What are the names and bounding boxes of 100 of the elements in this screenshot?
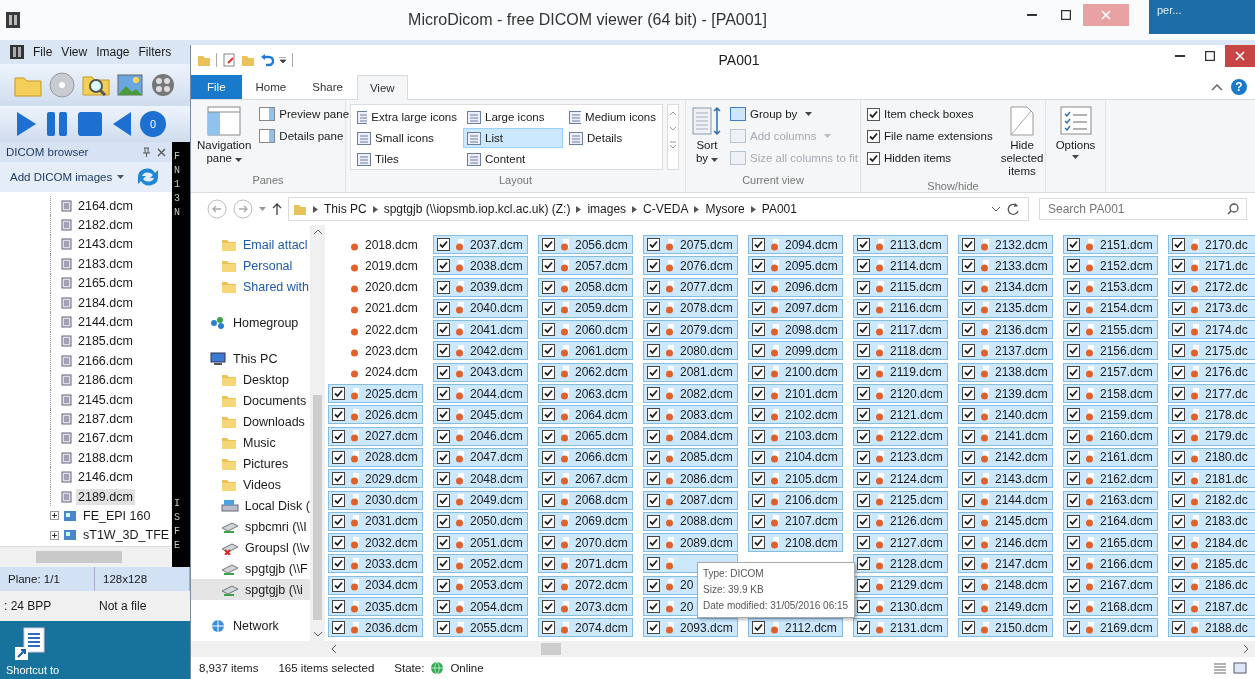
file-item[interactable]: 2047.dcm [433, 447, 528, 467]
file-item[interactable]: 2065.dcm [538, 426, 633, 446]
file-item[interactable]: 2117.dcm [853, 320, 948, 340]
nav-item[interactable]: Email attacl [191, 234, 310, 255]
file-item[interactable]: 2163.dcm [1063, 490, 1158, 510]
file-item[interactable]: 2149.dcm [958, 597, 1053, 617]
file-item[interactable]: 2098.dcm [748, 320, 843, 340]
file-item[interactable]: 2099.dcm [748, 341, 843, 361]
file-item[interactable]: 2107.dcm [748, 511, 843, 531]
file-item[interactable]: 2084.dcm [643, 426, 738, 446]
file-item[interactable]: 2064.dcm [538, 405, 633, 425]
file-item[interactable]: 2145.dcm [958, 511, 1053, 531]
ribbon-tab[interactable]: File [191, 75, 242, 99]
tree-item[interactable]: 2189.dcm [76, 488, 135, 505]
file-item[interactable]: 2118.dcm [853, 341, 948, 361]
file-item[interactable]: 2155.dcm [1063, 320, 1158, 340]
file-item[interactable]: 2175.dc [1168, 341, 1255, 361]
breadcrumb-item[interactable]: PA001 [761, 202, 797, 216]
nav-item[interactable]: Shared with [191, 276, 310, 297]
file-item[interactable]: 2025.dcm [328, 384, 423, 404]
file-item[interactable]: 2178.dc [1168, 405, 1255, 425]
nav-item[interactable]: This PC [191, 348, 310, 369]
help-button[interactable]: ? [1231, 79, 1247, 95]
file-item[interactable]: 2085.dcm [643, 447, 738, 467]
layout-option[interactable]: Large icons [463, 107, 563, 127]
file-item[interactable]: 2140.dcm [958, 405, 1053, 425]
file-item[interactable]: 2144.dcm [958, 490, 1053, 510]
file-item[interactable]: 2077.dcm [643, 277, 738, 297]
file-item[interactable]: 2051.dcm [433, 533, 528, 553]
file-item[interactable]: 2161.dcm [1063, 447, 1158, 467]
file-item[interactable]: 2052.dcm [433, 554, 528, 574]
file-item[interactable]: 2019.dcm [328, 256, 423, 276]
file-item[interactable]: 2024.dcm [328, 362, 423, 382]
file-item[interactable]: 2066.dcm [538, 447, 633, 467]
file-item[interactable]: 2154.dcm [1063, 298, 1158, 318]
file-item[interactable]: 2046.dcm [433, 426, 528, 446]
nav-item[interactable]: Videos [191, 474, 310, 495]
tree-item[interactable]: 2146.dcm [76, 469, 135, 486]
search-field[interactable]: Search PA001 [1039, 198, 1247, 220]
file-item[interactable]: 2166.dcm [1063, 554, 1158, 574]
tree-item[interactable]: 2182.dcm [76, 217, 135, 234]
breadcrumb-item[interactable]: C-VEDA [643, 202, 689, 216]
file-item[interactable]: 2021.dcm [328, 298, 423, 318]
nav-item[interactable]: Desktop [191, 369, 310, 390]
file-item[interactable]: 2138.dcm [958, 362, 1053, 382]
tree-item[interactable]: 2165.dcm [76, 275, 135, 292]
file-item[interactable]: 2157.dcm [1063, 362, 1158, 382]
file-item[interactable]: 2029.dcm [328, 469, 423, 489]
tree-item[interactable]: 2166.dcm [76, 352, 135, 369]
file-item[interactable]: 2076.dcm [643, 256, 738, 276]
file-item[interactable]: 2037.dcm [433, 235, 528, 254]
file-item[interactable]: 2103.dcm [748, 426, 843, 446]
address-bar[interactable]: This PC spgtgjb (\\iopsmb.iop.kcl.ac.uk) (Z:) images C-VEDA Mysore PA001 [288, 197, 1029, 221]
navigation-pane-button[interactable]: Navigation pane [195, 104, 254, 174]
file-item[interactable]: 2151.dcm [1063, 235, 1158, 254]
file-item[interactable]: 2079.dcm [643, 320, 738, 340]
file-item[interactable]: 2067.dcm [538, 469, 633, 489]
file-item[interactable]: 2020.dcm [328, 277, 423, 297]
option-checkbox[interactable]: Hidden items [865, 148, 995, 168]
file-item[interactable]: 2113.dcm [853, 235, 948, 254]
menu-item[interactable]: Filters [138, 45, 172, 59]
pane-toggle[interactable]: Details pane [257, 126, 352, 146]
file-item[interactable]: 2108.dcm [748, 533, 843, 553]
file-item[interactable]: 2127.dcm [853, 533, 948, 553]
nav-item[interactable]: Network [191, 615, 310, 636]
nav-item[interactable]: spbcmri (\\I [191, 516, 310, 537]
nav-item[interactable]: Music [191, 432, 310, 453]
file-item[interactable]: 2041.dcm [433, 320, 528, 340]
breadcrumb-item[interactable]: Mysore [705, 202, 745, 216]
file-item[interactable]: 2184.dc [1168, 533, 1255, 553]
file-item[interactable]: 2032.dcm [328, 533, 423, 553]
file-item[interactable]: 2168.dcm [1063, 597, 1158, 617]
record-button[interactable]: 0 [140, 111, 166, 137]
file-item[interactable]: 2054.dcm [433, 597, 528, 617]
file-item[interactable]: 2160.dcm [1063, 426, 1158, 446]
file-item[interactable]: 2143.dcm [958, 469, 1053, 489]
file-item[interactable]: 2153.dcm [1063, 277, 1158, 297]
file-item[interactable]: 2115.dcm [853, 277, 948, 297]
file-item[interactable]: 2089.dcm [643, 533, 738, 553]
file-item[interactable]: 2121.dcm [853, 405, 948, 425]
breadcrumb-item[interactable]: This PC [324, 202, 367, 216]
layout-option[interactable]: Medium icons [565, 107, 660, 127]
file-item[interactable]: 2078.dcm [643, 298, 738, 318]
file-item[interactable]: 2133.dcm [958, 256, 1053, 276]
file-item[interactable]: 2177.dc [1168, 384, 1255, 404]
nav-item[interactable]: Documents [191, 390, 310, 411]
file-item[interactable]: 2129.dcm [853, 575, 948, 595]
shortcut-label[interactable]: Shortcut to [6, 664, 60, 676]
file-item[interactable]: 2176.dc [1168, 362, 1255, 382]
file-item[interactable]: 2174.dc [1168, 320, 1255, 340]
file-item[interactable]: 2146.dcm [958, 533, 1053, 553]
file-item[interactable]: 2045.dcm [433, 405, 528, 425]
pane-toggle[interactable]: Preview pane [257, 104, 352, 124]
file-item[interactable]: 2167.dcm [1063, 575, 1158, 595]
tree-item[interactable]: 2184.dcm [76, 294, 135, 311]
file-item[interactable]: 2104.dcm [748, 447, 843, 467]
file-item[interactable]: 2187.dc [1168, 597, 1255, 617]
file-item[interactable]: 2088.dcm [643, 511, 738, 531]
file-item[interactable]: 2038.dcm [433, 256, 528, 276]
file-item[interactable]: 2059.dcm [538, 298, 633, 318]
